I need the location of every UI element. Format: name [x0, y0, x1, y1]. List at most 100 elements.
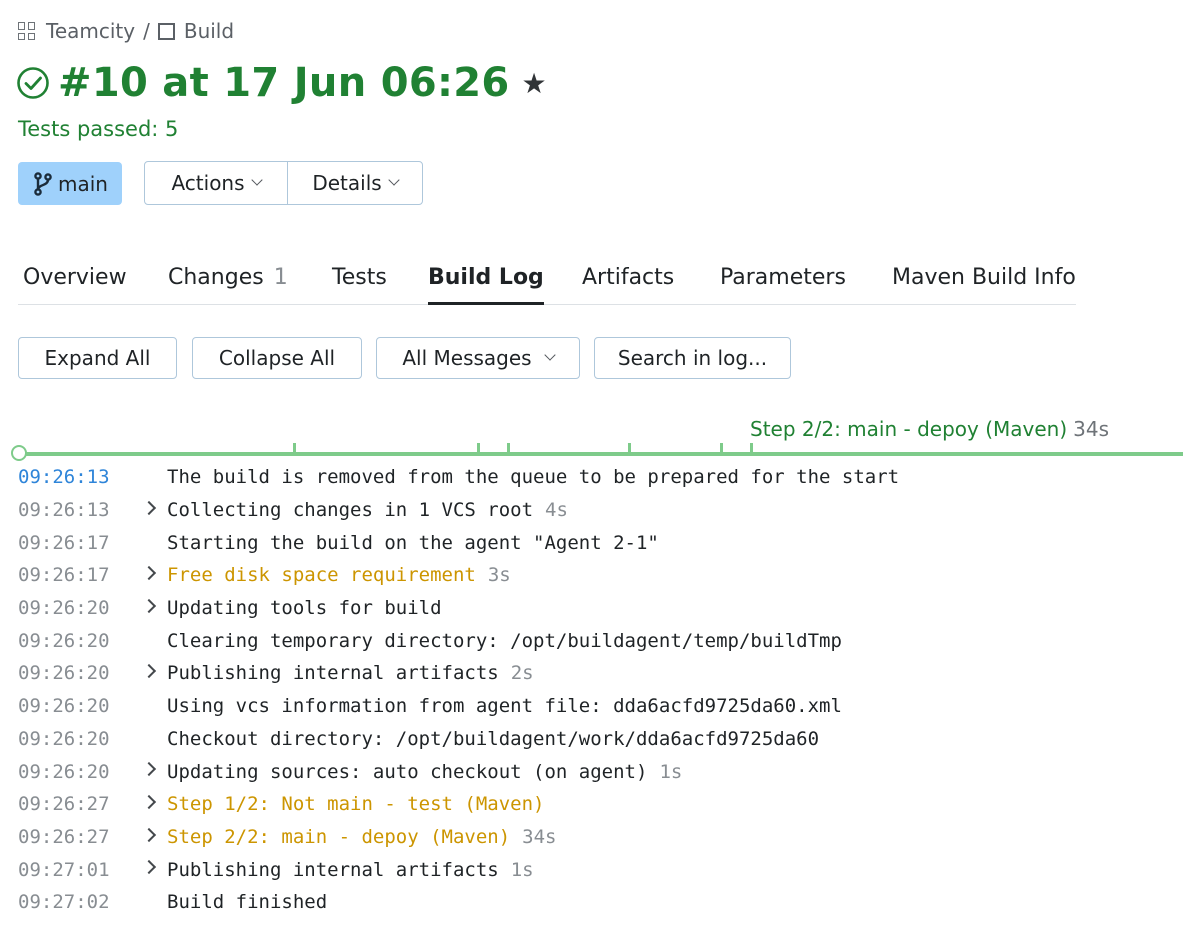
button-label: All Messages	[402, 346, 532, 370]
timeline-tick[interactable]	[293, 443, 296, 452]
chevron-right-icon[interactable]	[141, 664, 157, 679]
breadcrumb-project-link[interactable]: Teamcity	[46, 19, 135, 43]
log-row[interactable]: 09:26:27 Step 2/2: main - depoy (Maven) 34…	[0, 821, 1183, 854]
chevron-right-icon[interactable]	[141, 762, 157, 777]
build-status-text: Tests passed: 5	[18, 117, 179, 141]
log-duration: 2s	[510, 662, 534, 685]
log-timestamp: 09:26:13	[18, 499, 110, 522]
log-message-text: Starting the build on the agent "Agent 2…	[167, 531, 659, 554]
favorite-star-icon[interactable]: ★	[522, 67, 547, 100]
log-duration: 3s	[487, 564, 511, 587]
chevron-down-icon	[388, 174, 400, 186]
log-row[interactable]: 09:27:01 Publishing internal artifacts 1s	[0, 853, 1183, 886]
log-message-text: Collecting changes in 1 VCS root	[167, 499, 534, 522]
log-message-text: Step 2/2: main - depoy (Maven)	[167, 825, 511, 848]
log-row: 09:27:02 Build finished	[0, 886, 1183, 919]
message-filter-dropdown[interactable]: All Messages	[376, 337, 580, 379]
log-timestamp: 09:26:20	[18, 629, 110, 652]
search-in-log-button[interactable]: Search in log...	[594, 337, 791, 379]
button-label: Search in log...	[617, 346, 768, 370]
log-row[interactable]: 09:26:20 Updating sources: auto checkout …	[0, 755, 1183, 788]
actions-dropdown-button[interactable]: Actions	[145, 162, 288, 204]
log-duration: 34s	[522, 825, 557, 848]
chevron-right-icon[interactable]	[141, 500, 157, 515]
log-message: Publishing internal artifacts 1s	[167, 859, 534, 881]
chevron-right-icon[interactable]	[141, 794, 157, 809]
chevron-right-icon[interactable]	[141, 860, 157, 875]
log-duration: 4s	[545, 499, 568, 522]
tab-tests[interactable]: Tests	[332, 265, 387, 305]
collapse-all-button[interactable]: Collapse All	[192, 337, 362, 379]
timeline-tick[interactable]	[750, 443, 753, 452]
actions-label: Actions	[171, 171, 245, 195]
branch-button[interactable]: main	[18, 162, 122, 205]
log-row[interactable]: 09:26:13 Collecting changes in 1 VCS root…	[0, 494, 1183, 527]
log-message-text: Free disk space requirement	[167, 564, 476, 587]
log-timestamp: 09:26:20	[18, 662, 110, 685]
tab-label: Overview	[23, 265, 127, 290]
tab-changes[interactable]: Changes 1	[168, 265, 288, 305]
chevron-down-icon	[543, 349, 556, 361]
log-message: Free disk space requirement 3s	[167, 564, 511, 586]
timeline-tick[interactable]	[720, 443, 723, 452]
log-timestamp: 09:27:01	[18, 858, 110, 881]
branch-icon	[34, 171, 52, 196]
expand-all-button[interactable]: Expand All	[18, 337, 177, 379]
log-timestamp: 09:27:02	[18, 891, 110, 914]
log-timestamp: 09:26:17	[18, 564, 110, 587]
log-timestamp: 09:26:17	[18, 531, 110, 554]
log-message: Collecting changes in 1 VCS root 4s	[167, 499, 568, 521]
page-title: #10 at 17 Jun 06:26	[58, 60, 510, 106]
timeline-tick[interactable]	[628, 443, 631, 452]
timeline-tick[interactable]	[507, 443, 510, 452]
log-timestamp: 09:26:13	[18, 466, 110, 489]
log-timestamp: 09:26:20	[18, 727, 110, 750]
log-message-text: The build is removed from the queue to b…	[167, 466, 900, 489]
log-message-text: Build finished	[167, 891, 328, 914]
log-row: 09:26:20 Using vcs information from agent…	[0, 690, 1183, 723]
tab-overview[interactable]: Overview	[23, 265, 127, 305]
build-actions-group: Actions Details	[144, 161, 423, 205]
log-message-text: Step 1/2: Not main - test (Maven)	[167, 793, 545, 816]
build-tabs: Overview Changes 1 Tests Build Log Artifa…	[18, 258, 1076, 305]
log-message-text: Publishing internal artifacts	[167, 858, 499, 881]
log-duration: 1s	[659, 760, 683, 783]
details-label: Details	[312, 171, 382, 195]
tab-maven-build-info[interactable]: Maven Build Info	[892, 265, 1076, 305]
tab-parameters[interactable]: Parameters	[720, 265, 846, 305]
log-duration: 1s	[510, 858, 534, 881]
log-message-text: Updating tools for build	[167, 597, 442, 620]
log-timestamp: 09:26:20	[18, 597, 110, 620]
log-message: Build finished	[167, 891, 327, 913]
build-config-square-icon	[157, 22, 175, 40]
log-row: 09:26:13 The build is removed from the qu…	[0, 461, 1183, 494]
timeline-start-marker[interactable]	[11, 445, 27, 461]
log-row[interactable]: 09:26:17 Free disk space requirement 3s	[0, 559, 1183, 592]
log-timestamp: 09:26:27	[18, 825, 110, 848]
tab-label: Tests	[332, 265, 387, 290]
log-row[interactable]: 09:26:27 Step 1/2: Not main - test (Maven…	[0, 788, 1183, 821]
breadcrumb-build-config-link[interactable]: Build	[184, 19, 234, 43]
log-row[interactable]: 09:26:20 Publishing internal artifacts 2s	[0, 657, 1183, 690]
project-grid-icon	[18, 22, 36, 40]
log-timestamp: 09:26:20	[18, 695, 110, 718]
details-dropdown-button[interactable]: Details	[288, 162, 422, 204]
log-message-text: Checkout directory: /opt/buildagent/work…	[167, 727, 820, 750]
log-message: Starting the build on the agent "Agent 2…	[167, 532, 659, 554]
tab-build-log[interactable]: Build Log	[428, 265, 544, 305]
chevron-right-icon[interactable]	[141, 598, 157, 613]
tab-artifacts[interactable]: Artifacts	[582, 265, 674, 305]
log-message-text: Clearing temporary directory: /opt/build…	[167, 629, 842, 652]
branch-label: main	[58, 171, 108, 196]
log-message: Checkout directory: /opt/buildagent/work…	[167, 728, 819, 750]
log-message: Updating tools for build	[167, 597, 442, 619]
timeline-tick[interactable]	[477, 443, 480, 452]
button-label: Expand All	[44, 346, 151, 370]
log-row: 09:26:20 Clearing temporary directory: /o…	[0, 624, 1183, 657]
log-row: 09:26:17 Starting the build on the agent …	[0, 526, 1183, 559]
log-row[interactable]: 09:26:20 Updating tools for build	[0, 592, 1183, 625]
build-timeline[interactable]	[11, 443, 1183, 461]
chevron-right-icon[interactable]	[141, 565, 157, 581]
chevron-right-icon[interactable]	[141, 827, 157, 842]
chevron-down-icon	[250, 174, 263, 186]
